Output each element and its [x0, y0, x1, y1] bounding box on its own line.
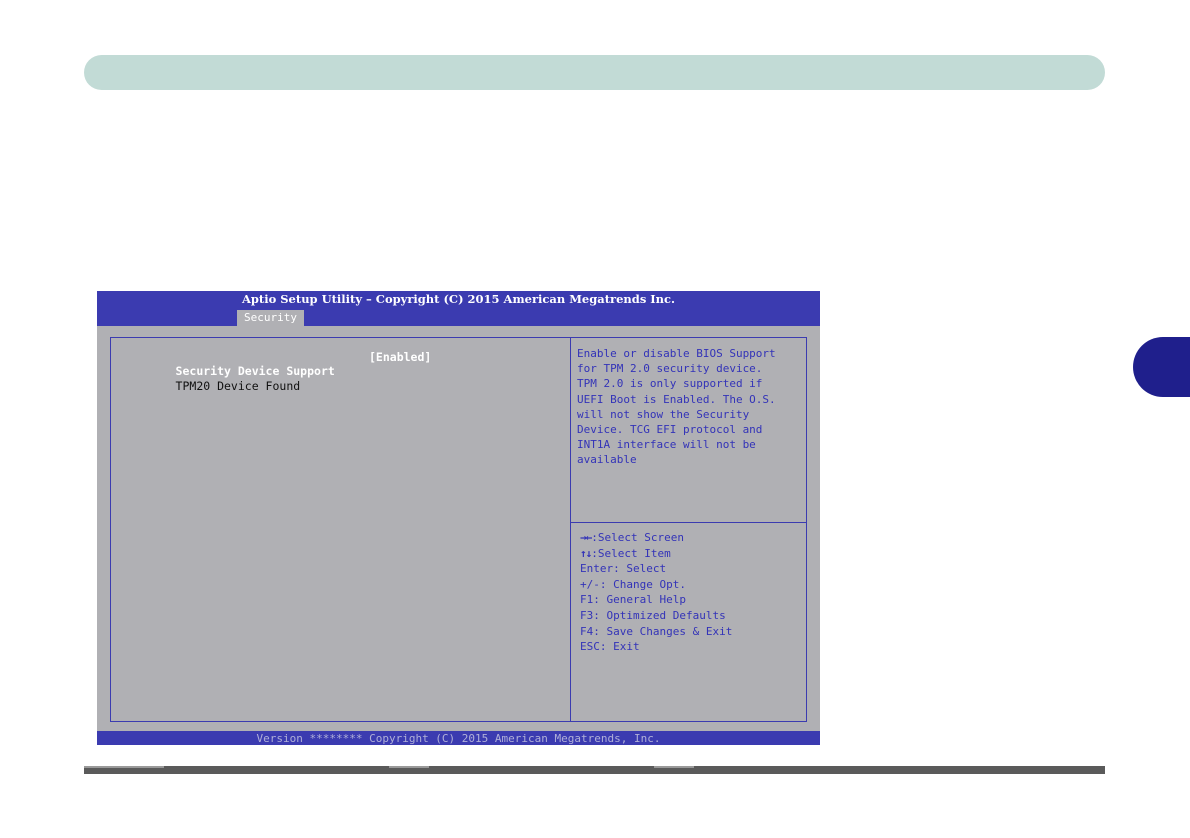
key-hint-enter: Enter: Select	[580, 562, 667, 576]
bios-header: Aptio Setup Utility – Copyright (C) 2015…	[97, 291, 820, 326]
settings-panel: Security Device Support [Enabled] TPM20 …	[110, 337, 571, 722]
key-hint-optimized-defaults: F3: Optimized Defaults	[580, 608, 726, 622]
bios-title: Aptio Setup Utility – Copyright (C) 2015…	[241, 292, 676, 306]
help-line: Device. TCG EFI protocol and	[577, 423, 763, 437]
rule-highlight	[654, 766, 694, 768]
key-hint-select-screen: →←:Select Screen	[580, 531, 684, 544]
left-right-arrow-icon: →←	[580, 531, 592, 544]
info-label: TPM20 Device Found	[175, 379, 301, 393]
help-line: TPM 2.0 is only supported if	[577, 377, 763, 391]
help-line: for TPM 2.0 security device.	[577, 362, 763, 376]
help-text: Enable or disable BIOS Support for TPM 2…	[577, 346, 805, 468]
key-hint-change-opt: +/-: Change Opt.	[580, 577, 686, 591]
chapter-tab	[1133, 337, 1190, 397]
key-legend: →←:Select Screen ↑↓:Select Item Enter: S…	[580, 530, 802, 655]
help-divider	[570, 522, 806, 523]
help-line: UEFI Boot is Enabled. The O.S.	[577, 392, 776, 406]
key-hint-select-item: ↑↓:Select Item	[580, 546, 671, 560]
help-line: available	[577, 453, 637, 467]
help-line: will not show the Security	[577, 407, 750, 421]
rule-highlight	[389, 766, 429, 768]
rule-highlight	[84, 766, 164, 768]
page-footer-rule	[84, 766, 1105, 774]
bios-screenshot: Aptio Setup Utility – Copyright (C) 2015…	[97, 291, 820, 745]
help-panel: Enable or disable BIOS Support for TPM 2…	[570, 337, 807, 722]
tab-security[interactable]: Security	[237, 310, 304, 326]
help-line: INT1A interface will not be	[577, 438, 756, 452]
info-tpm20-device-found: TPM20 Device Found	[134, 365, 301, 393]
up-down-arrow-icon: ↑↓	[580, 546, 592, 560]
key-hint-general-help: F1: General Help	[580, 593, 686, 607]
page-header-bar	[84, 55, 1105, 90]
key-hint-exit: ESC: Exit	[580, 640, 640, 654]
setting-security-device-support[interactable]: Security Device Support [Enabled]	[134, 350, 432, 378]
setting-value[interactable]: [Enabled]	[369, 350, 431, 364]
help-line: Enable or disable BIOS Support	[577, 347, 776, 360]
key-hint-save-exit: F4: Save Changes & Exit	[580, 624, 733, 638]
bios-footer: Version ******** Copyright (C) 2015 Amer…	[97, 731, 820, 745]
